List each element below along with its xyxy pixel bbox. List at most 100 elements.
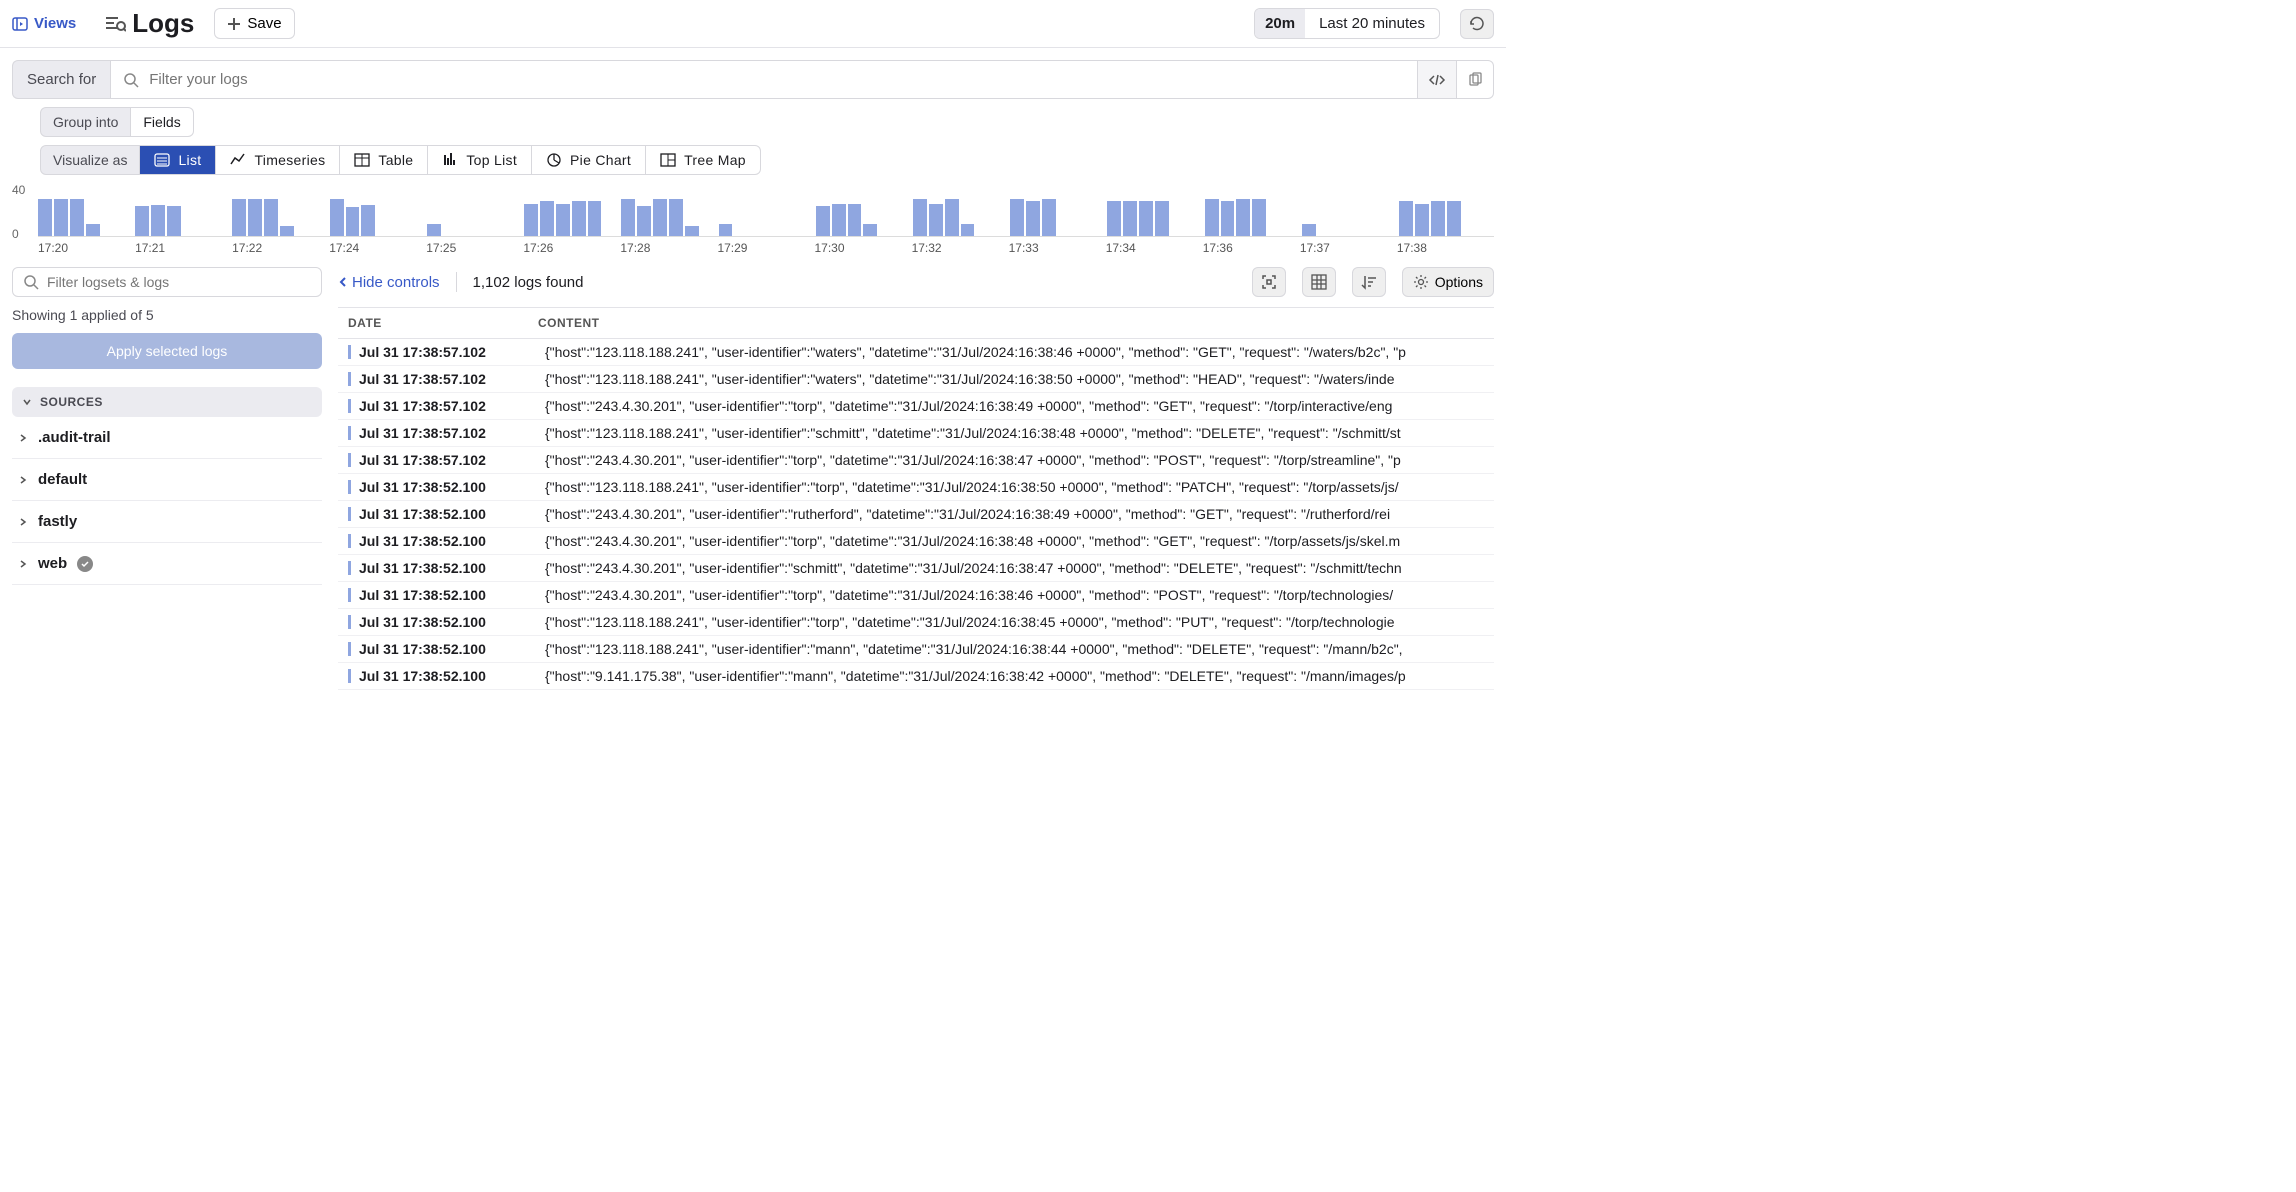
col-header-date[interactable]: DATE [348, 316, 538, 330]
chart-bar[interactable] [816, 206, 830, 236]
chart-bar[interactable] [685, 226, 699, 236]
chart-bar[interactable] [1107, 201, 1121, 236]
apply-selected-button[interactable]: Apply selected logs [12, 333, 322, 369]
options-button[interactable]: Options [1402, 267, 1494, 297]
chart-bar[interactable] [572, 201, 586, 236]
chart-bar[interactable] [1139, 201, 1153, 236]
log-row[interactable]: Jul 31 17:38:52.100{"host":"123.118.188.… [338, 636, 1494, 663]
source-item-default[interactable]: default [12, 459, 322, 501]
viz-tab-table[interactable]: Table [340, 146, 428, 174]
copy-icon [1467, 72, 1483, 88]
source-item-fastly[interactable]: fastly [12, 501, 322, 543]
chart-bar[interactable] [330, 199, 344, 237]
chart-bar[interactable] [556, 204, 570, 237]
chart-bar[interactable] [1236, 199, 1250, 237]
refresh-button[interactable] [1460, 9, 1494, 39]
log-row[interactable]: Jul 31 17:38:52.100{"host":"123.118.188.… [338, 474, 1494, 501]
log-row[interactable]: Jul 31 17:38:52.100{"host":"243.4.30.201… [338, 501, 1494, 528]
save-button[interactable]: Save [214, 8, 294, 39]
chart-bar[interactable] [1026, 201, 1040, 236]
grid-view-button[interactable] [1302, 267, 1336, 297]
log-row[interactable]: Jul 31 17:38:57.102{"host":"243.4.30.201… [338, 393, 1494, 420]
chart-bar[interactable] [1221, 201, 1235, 236]
chart-bar[interactable] [929, 204, 943, 237]
chart-bar[interactable] [621, 199, 635, 237]
chart-bar[interactable] [38, 199, 52, 237]
search-input[interactable] [149, 61, 1405, 98]
chart-bar[interactable] [637, 206, 651, 236]
log-row[interactable]: Jul 31 17:38:52.100{"host":"243.4.30.201… [338, 582, 1494, 609]
chart-bar[interactable] [135, 206, 149, 236]
log-row[interactable]: Jul 31 17:38:57.102{"host":"243.4.30.201… [338, 447, 1494, 474]
time-picker[interactable]: 20m Last 20 minutes [1254, 8, 1440, 39]
log-row[interactable]: Jul 31 17:38:52.100{"host":"9.141.175.38… [338, 663, 1494, 690]
chart-bar[interactable] [1010, 199, 1024, 237]
chart-bar[interactable] [832, 204, 846, 237]
showing-text: Showing 1 applied of 5 [12, 307, 322, 323]
chart-bar[interactable] [1431, 201, 1445, 236]
chart-bar[interactable] [86, 224, 100, 237]
chart-bar[interactable] [151, 205, 165, 236]
chart-bar[interactable] [669, 199, 683, 237]
chart-bar[interactable] [540, 201, 554, 236]
chart-bar[interactable] [167, 206, 181, 236]
sources-header[interactable]: SOURCES [12, 387, 322, 417]
chart-bar[interactable] [961, 224, 975, 237]
viz-tab-timeseries[interactable]: Timeseries [216, 146, 340, 174]
group-fields[interactable]: Fields [131, 107, 193, 137]
chart-bar[interactable] [70, 199, 84, 237]
chart-bar[interactable] [264, 199, 278, 237]
chart-bar[interactable] [1155, 201, 1169, 236]
log-content: {"host":"243.4.30.201", "user-identifier… [545, 533, 1484, 549]
chart-bar[interactable] [863, 224, 877, 237]
source-item-audit-trail[interactable]: .audit-trail [12, 417, 322, 459]
chart-bar[interactable] [945, 199, 959, 237]
chart-bar[interactable] [1302, 224, 1316, 237]
chart-bar[interactable] [1042, 199, 1056, 237]
chart-bar[interactable] [848, 204, 862, 237]
log-row[interactable]: Jul 31 17:38:57.102{"host":"123.118.188.… [338, 339, 1494, 366]
timeseries-icon [230, 152, 246, 168]
viz-tab-tree-map[interactable]: Tree Map [646, 146, 760, 174]
col-header-content[interactable]: CONTENT [538, 316, 1484, 330]
code-toggle-button[interactable] [1418, 60, 1457, 99]
chart-bar[interactable] [54, 199, 68, 237]
chart-bar[interactable] [719, 224, 733, 237]
chart-bar[interactable] [248, 199, 262, 237]
sort-button[interactable] [1352, 267, 1386, 297]
chart-bar[interactable] [1399, 201, 1413, 236]
chart-bar[interactable] [1205, 199, 1219, 237]
chart-bar[interactable] [913, 199, 927, 237]
log-row[interactable]: Jul 31 17:38:52.100{"host":"243.4.30.201… [338, 528, 1494, 555]
chart-bar[interactable] [232, 199, 246, 237]
chart-bar[interactable] [1415, 204, 1429, 237]
viz-tab-pie-chart[interactable]: Pie Chart [532, 146, 646, 174]
copy-button[interactable] [1457, 60, 1494, 99]
histogram-chart[interactable]: 40 0 17:2017:2117:2217:2417:2517:2617:28… [12, 187, 1494, 255]
source-item-web[interactable]: web [12, 543, 322, 585]
visualize-as-label: Visualize as [40, 145, 140, 175]
panel-icon [12, 16, 28, 32]
viz-tab-top-list[interactable]: Top List [428, 146, 532, 174]
log-row[interactable]: Jul 31 17:38:57.102{"host":"123.118.188.… [338, 420, 1494, 447]
chart-bar[interactable] [346, 207, 360, 236]
chart-bar[interactable] [1123, 201, 1137, 236]
chart-bar[interactable] [588, 201, 602, 236]
chart-bar[interactable] [1252, 199, 1266, 237]
chart-bar[interactable] [361, 205, 375, 236]
chart-bar[interactable] [524, 204, 538, 237]
chart-bar[interactable] [427, 224, 441, 237]
fullscreen-button[interactable] [1252, 267, 1286, 297]
log-date: Jul 31 17:38:52.100 [359, 587, 537, 603]
chart-bar[interactable] [1447, 201, 1461, 236]
filter-logsets-input[interactable] [47, 274, 311, 290]
views-button[interactable]: Views [12, 15, 76, 32]
log-content: {"host":"243.4.30.201", "user-identifier… [545, 452, 1484, 468]
viz-tab-list[interactable]: List [140, 146, 216, 174]
chart-bar[interactable] [653, 199, 667, 237]
hide-controls-button[interactable]: Hide controls [338, 274, 440, 291]
log-row[interactable]: Jul 31 17:38:57.102{"host":"123.118.188.… [338, 366, 1494, 393]
chart-bar[interactable] [280, 226, 294, 236]
log-row[interactable]: Jul 31 17:38:52.100{"host":"243.4.30.201… [338, 555, 1494, 582]
log-row[interactable]: Jul 31 17:38:52.100{"host":"123.118.188.… [338, 609, 1494, 636]
